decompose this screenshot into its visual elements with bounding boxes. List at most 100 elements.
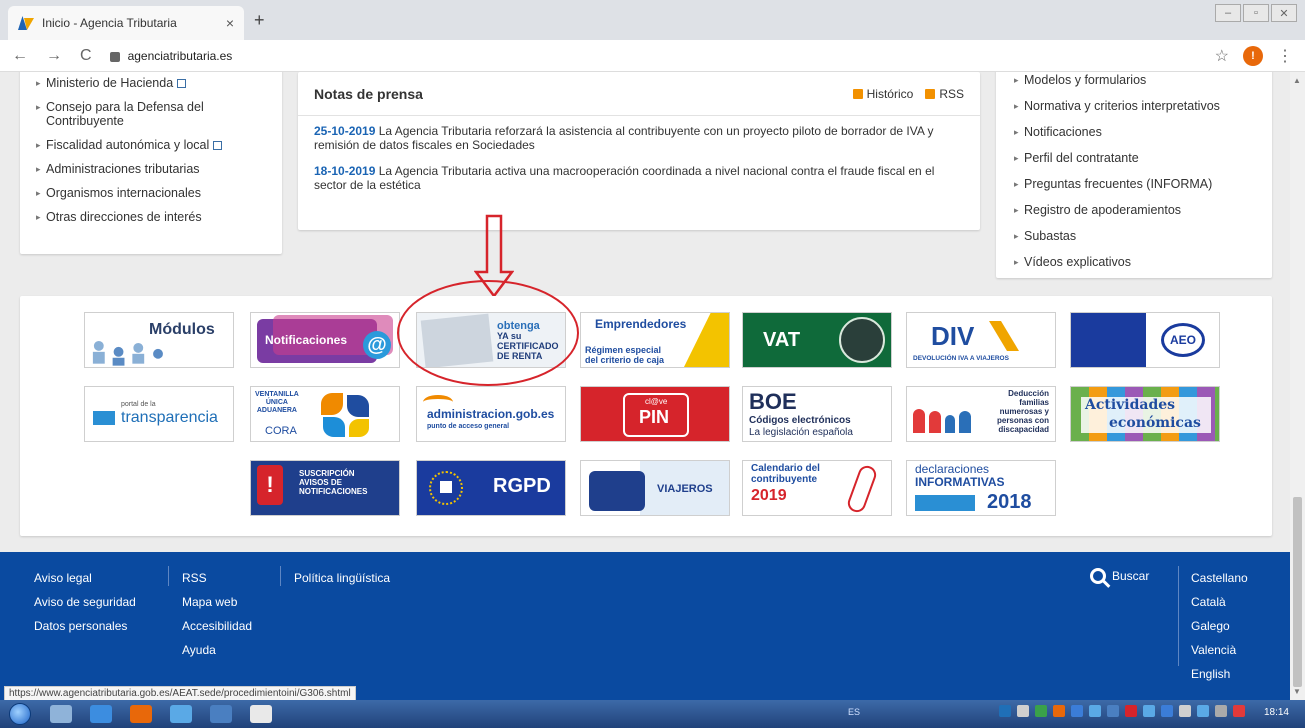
scroll-up-arrow-icon[interactable]: ▲ [1293, 76, 1301, 85]
footer-link[interactable]: Política lingüística [294, 566, 390, 590]
left-link-consejo[interactable]: Consejo para la Defensa del Contribuyent… [36, 100, 266, 128]
banner-clave-pin-label: PIN [639, 407, 670, 427]
network-icon[interactable] [1215, 705, 1227, 717]
left-link-administraciones[interactable]: Administraciones tributarias [36, 162, 266, 176]
tray-app-icon[interactable] [1035, 705, 1047, 717]
office-icon[interactable] [130, 705, 152, 723]
footer-link[interactable]: Aviso de seguridad [34, 590, 136, 614]
left-link-organismos[interactable]: Organismos internacionales [36, 186, 266, 200]
banner-vat[interactable]: VAT [742, 312, 892, 368]
bookmark-star-icon[interactable]: ☆ [1215, 46, 1229, 66]
search-button[interactable]: Buscar [1090, 568, 1149, 584]
scrollbar-thumb[interactable] [1293, 497, 1302, 687]
press-item[interactable]: 18-10-2019 La Agencia Tributaria activa … [298, 156, 980, 196]
banner-div[interactable]: DIV DEVOLUCIÓN IVA A VIAJEROS [906, 312, 1056, 368]
footer-link[interactable]: Aviso legal [34, 566, 136, 590]
bluetooth-icon[interactable] [999, 705, 1011, 717]
banner-ventanilla[interactable]: VENTANILLA ÚNICA ADUANERA CORA [250, 386, 400, 442]
right-link-normativa[interactable]: Normativa y criterios interpretativos [1014, 94, 1254, 120]
close-window-button[interactable]: ✕ [1271, 4, 1297, 22]
banner-div-title: DIV [931, 321, 975, 351]
banner-transparencia[interactable]: portal de la transparencia [84, 386, 234, 442]
url-field[interactable]: agenciatributaria.es [128, 49, 1215, 63]
right-links-card: Modelos y formularios Normativa y criter… [996, 72, 1272, 278]
footer-link[interactable]: Accesibilidad [182, 614, 252, 638]
banner-boe[interactable]: BOE Códigos electrónicos La legislación … [742, 386, 892, 442]
volume-icon[interactable] [1233, 705, 1245, 717]
footer-link[interactable]: Ayuda [182, 638, 252, 662]
minimize-button[interactable]: – [1215, 4, 1241, 22]
press-notes-title: Notas de prensa [314, 85, 423, 102]
footer-link[interactable]: RSS [182, 566, 252, 590]
browser-menu-icon[interactable]: ⋮ [1277, 46, 1293, 66]
press-item-date[interactable]: 25-10-2019 [314, 124, 375, 138]
right-link-videos[interactable]: Vídeos explicativos [1014, 250, 1254, 276]
onedrive-icon[interactable] [170, 705, 192, 723]
banner-calendario[interactable]: Calendario del contribuyente 2019 [742, 460, 892, 516]
press-item-date[interactable]: 18-10-2019 [314, 164, 375, 178]
right-link-subastas[interactable]: Subastas [1014, 224, 1254, 250]
browser-tab[interactable]: Inicio - Agencia Tributaria × [8, 6, 244, 40]
page-scrollbar[interactable]: ▲ ▼ [1290, 72, 1305, 700]
tray-app-icon[interactable] [1017, 705, 1029, 717]
reload-button[interactable]: C [80, 47, 92, 65]
language-option[interactable]: Castellano [1191, 566, 1248, 590]
internet-explorer-icon[interactable] [90, 705, 112, 723]
language-indicator[interactable]: ES [848, 707, 860, 717]
banner-viajeros[interactable]: VIAJEROS [580, 460, 730, 516]
left-link-ministerio[interactable]: Ministerio de Hacienda [36, 76, 266, 90]
lock-icon [109, 51, 120, 62]
explorer-icon[interactable] [50, 705, 72, 723]
banner-notificaciones[interactable]: Notificaciones @ [250, 312, 400, 368]
outlook-icon[interactable] [210, 705, 232, 723]
historico-link[interactable]: Histórico [852, 87, 913, 101]
footer-link[interactable]: Mapa web [182, 590, 252, 614]
banner-aeo[interactable]: AEO [1070, 312, 1220, 368]
tray-app-icon[interactable] [1125, 705, 1137, 717]
banner-emprendedores[interactable]: Emprendedores Régimen especial del crite… [580, 312, 730, 368]
tray-app-icon[interactable] [1053, 705, 1065, 717]
profile-avatar[interactable]: ! [1243, 45, 1263, 66]
banner-rgpd[interactable]: RGPD [416, 460, 566, 516]
new-tab-button[interactable]: + [254, 10, 265, 31]
left-link-otras[interactable]: Otras direcciones de interés [36, 210, 266, 224]
maximize-button[interactable]: ▫ [1243, 4, 1269, 22]
tray-app-icon[interactable] [1143, 705, 1155, 717]
tray-app-icon[interactable] [1197, 705, 1209, 717]
banner-declaraciones[interactable]: declaraciones INFORMATIVAS 2018 [906, 460, 1056, 516]
person-icon [929, 411, 941, 433]
banner-suscripcion[interactable]: ! SUSCRIPCIÓN AVISOS DE NOTIFICACIONES [250, 460, 400, 516]
back-button[interactable]: ← [12, 47, 28, 65]
banner-modulos[interactable]: Módulos [84, 312, 234, 368]
right-link-perfil[interactable]: Perfil del contratante [1014, 146, 1254, 172]
language-option[interactable]: Català [1191, 590, 1248, 614]
windows-taskbar: ES 18:14 [0, 700, 1305, 728]
tray-app-icon[interactable] [1089, 705, 1101, 717]
tray-app-icon[interactable] [1107, 705, 1119, 717]
tray-app-icon[interactable] [1179, 705, 1191, 717]
footer-link[interactable]: Datos personales [34, 614, 136, 638]
tab-close-icon[interactable]: × [226, 15, 234, 31]
banner-actividades[interactable]: Actividades económicas [1070, 386, 1220, 442]
right-link-preguntas[interactable]: Preguntas frecuentes (INFORMA) [1014, 172, 1254, 198]
taskbar-clock[interactable]: 18:14 [1264, 707, 1289, 718]
right-link-notificaciones[interactable]: Notificaciones [1014, 120, 1254, 146]
right-link-registro[interactable]: Registro de apoderamientos [1014, 198, 1254, 224]
banner-clave-pin[interactable]: cl@ve PIN [580, 386, 730, 442]
banner-administracion[interactable]: administracion.gob.es punto de acceso ge… [416, 386, 566, 442]
language-option[interactable]: Galego [1191, 614, 1248, 638]
status-url-bar: https://www.agenciatributaria.gob.es/AEA… [4, 686, 356, 700]
language-option[interactable]: English [1191, 662, 1248, 686]
forward-button[interactable]: → [46, 47, 62, 65]
tray-app-icon[interactable] [1161, 705, 1173, 717]
language-option[interactable]: Valencià [1191, 638, 1248, 662]
start-button[interactable] [0, 700, 40, 728]
rss-link[interactable]: RSS [925, 87, 964, 101]
right-link-modelos[interactable]: Modelos y formularios [1014, 72, 1254, 94]
scroll-down-arrow-icon[interactable]: ▼ [1293, 687, 1301, 696]
left-link-fiscalidad[interactable]: Fiscalidad autonómica y local [36, 138, 266, 152]
banner-deduccion[interactable]: Deducción familias numerosas y personas … [906, 386, 1056, 442]
tray-app-icon[interactable] [1071, 705, 1083, 717]
chrome-icon[interactable] [250, 705, 272, 723]
press-item[interactable]: 25-10-2019 La Agencia Tributaria reforza… [298, 116, 980, 156]
